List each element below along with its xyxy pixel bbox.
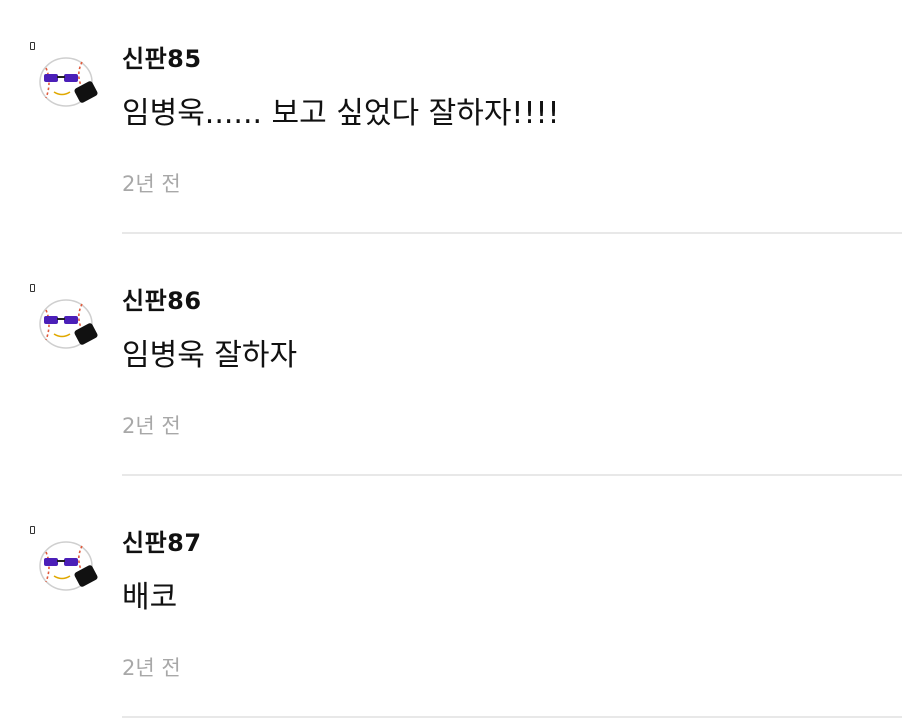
comment-timestamp: 2년 전 — [122, 172, 181, 196]
comment-item: 신판86 임병욱 잘하자 2년 전 — [0, 284, 924, 484]
badge-mark-icon — [30, 42, 35, 50]
comment-text: 임병욱...... 보고 싶었다 잘하자!!!! — [122, 96, 560, 131]
divider — [122, 474, 902, 476]
comment-text: 배코 — [122, 580, 178, 615]
baseball-sunglasses-icon — [39, 299, 98, 349]
comment-timestamp: 2년 전 — [122, 656, 181, 680]
divider — [122, 232, 902, 234]
avatar[interactable] — [28, 526, 104, 602]
comment-username[interactable]: 신판86 — [122, 286, 202, 316]
comment-text: 임병욱 잘하자 — [122, 338, 298, 373]
badge-mark-icon — [30, 284, 35, 292]
baseball-sunglasses-icon — [39, 57, 98, 107]
badge-mark-icon — [30, 526, 35, 534]
comment-username[interactable]: 신판87 — [122, 528, 202, 558]
comment-item: 신판85 임병욱...... 보고 싶었다 잘하자!!!! 2년 전 — [0, 42, 924, 242]
divider — [122, 716, 902, 718]
baseball-sunglasses-icon — [39, 541, 98, 591]
comment-timestamp: 2년 전 — [122, 414, 181, 438]
comment-username[interactable]: 신판85 — [122, 44, 202, 74]
avatar[interactable] — [28, 284, 104, 360]
avatar[interactable] — [28, 42, 104, 118]
comment-item: 신판87 배코 2년 전 — [0, 526, 924, 721]
